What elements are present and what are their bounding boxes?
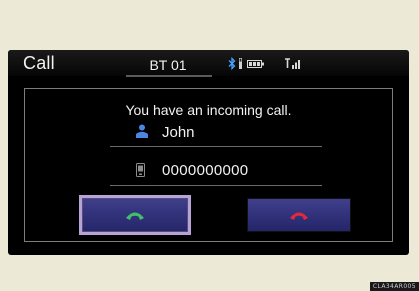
battery-icon xyxy=(247,60,264,68)
device-underline xyxy=(126,75,212,77)
battery-gauge-icon xyxy=(239,58,242,69)
accept-call-button[interactable] xyxy=(79,195,191,235)
decline-call-button[interactable] xyxy=(247,198,351,232)
call-screen: Call BT 01 You have an incoming call. Jo… xyxy=(8,50,409,255)
divider xyxy=(110,185,322,186)
bluetooth-icon xyxy=(228,57,236,70)
screen-title: Call xyxy=(23,53,55,73)
signal-icon xyxy=(285,58,300,69)
phone-hangup-icon xyxy=(290,212,308,220)
caller-number: 0000000000 xyxy=(162,162,249,179)
incoming-call-message: You have an incoming call. xyxy=(125,102,292,118)
figure-code: CLA34AR005 xyxy=(369,282,419,291)
status-bar: Call BT 01 xyxy=(8,50,409,77)
divider xyxy=(110,146,322,147)
person-icon xyxy=(136,124,148,138)
caller-name: John xyxy=(162,124,195,141)
mobile-phone-icon xyxy=(136,163,145,177)
device-name: BT 01 xyxy=(149,57,187,73)
phone-answer-icon xyxy=(126,212,144,220)
